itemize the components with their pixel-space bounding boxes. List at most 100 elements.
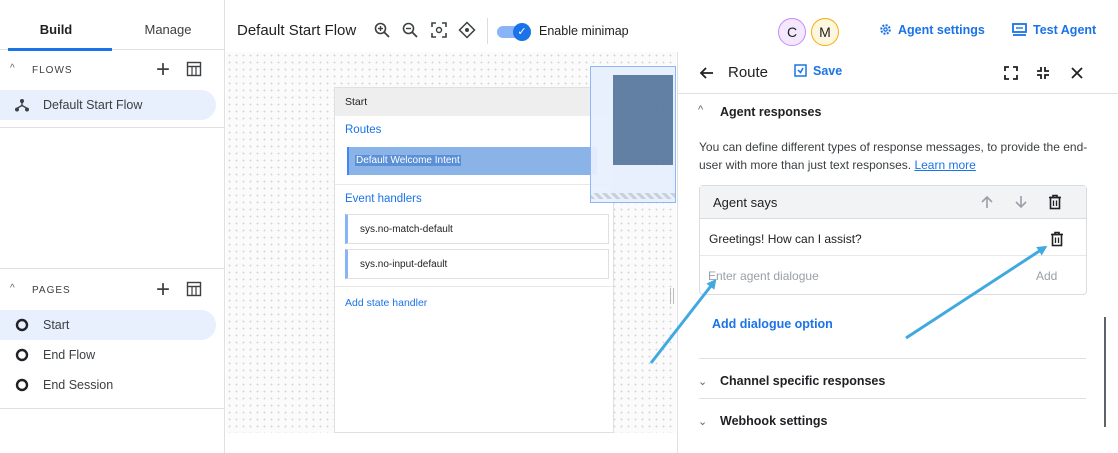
sidebar-tabbar: Build Manage (0, 10, 224, 51)
agent-settings-button[interactable]: Agent settings (879, 23, 985, 37)
description-text: You can define different types of respon… (699, 140, 1088, 172)
zoom-out-icon[interactable] (401, 21, 419, 39)
route-default-welcome-intent[interactable]: Default Welcome Intent (347, 147, 597, 175)
add-dialogue-option-button[interactable]: Add dialogue option (712, 317, 833, 331)
add-dialogue-button[interactable]: Add (1036, 269, 1057, 283)
channel-specific-responses-title[interactable]: Channel specific responses (720, 374, 885, 388)
agent-says-title: Agent says (713, 195, 778, 210)
panel-scrollbar[interactable] (1104, 317, 1106, 427)
delete-dialogue-trash-icon[interactable] (1050, 231, 1064, 247)
expand-fullscreen-icon[interactable] (1004, 66, 1018, 80)
add-flow-plus-icon[interactable]: + (156, 56, 170, 84)
node-divider (335, 184, 613, 185)
event-handlers-section-label[interactable]: Event handlers (345, 193, 422, 205)
minimap-scrollbar (591, 193, 675, 199)
collapse-agent-responses-chevron-icon[interactable]: ^ (698, 104, 703, 116)
routes-section-label[interactable]: Routes (345, 124, 381, 136)
minimap-toggle[interactable]: ✓ (497, 23, 531, 41)
minimap[interactable] (590, 66, 676, 203)
agent-says-card: Agent says Greetings! How can I assist? … (699, 185, 1087, 295)
avatar[interactable]: C (778, 18, 806, 46)
page-circle-icon (14, 347, 30, 363)
flows-table-view-icon[interactable] (186, 61, 202, 77)
sidebar-divider (0, 127, 224, 128)
collapse-pages-chevron-icon[interactable]: ^ (10, 283, 15, 294)
chat-icon (1012, 23, 1027, 36)
flow-icon (14, 97, 30, 113)
route-editor-panel: Route Save ^ Agent responses You can def… (677, 52, 1118, 453)
test-agent-label: Test Agent (1033, 23, 1097, 37)
zoom-in-icon[interactable] (373, 21, 391, 39)
delete-card-trash-icon[interactable] (1048, 194, 1062, 210)
dialogue-text: Greetings! How can I assist? (709, 232, 862, 246)
page-item-label: End Flow (43, 348, 96, 362)
agent-dialogue-input[interactable] (708, 265, 1028, 287)
test-agent-button[interactable]: Test Agent (1012, 23, 1096, 37)
event-handler-no-match[interactable]: sys.no-match-default (345, 214, 609, 244)
sidebar-divider (0, 268, 224, 269)
page-item-end-session[interactable]: End Session (0, 370, 216, 400)
learn-more-link[interactable]: Learn more (914, 158, 975, 172)
route-label: Default Welcome Intent (355, 155, 461, 166)
node-divider (335, 286, 613, 287)
section-divider (699, 398, 1086, 399)
save-button[interactable]: Save (794, 64, 842, 78)
node-title: Start (345, 96, 368, 108)
back-arrow-icon[interactable] (698, 64, 716, 82)
expand-channel-chevron-icon[interactable]: ⌄ (698, 375, 707, 388)
page-circle-icon (14, 317, 30, 333)
pages-section-header: ^ PAGES + (0, 276, 224, 306)
page-circle-icon (14, 377, 30, 393)
panel-title: Route (728, 64, 769, 81)
start-page-node[interactable]: Start Routes Default Welcome Intent Even… (334, 87, 614, 433)
webhook-settings-title[interactable]: Webhook settings (720, 414, 827, 428)
sidebar-divider (0, 408, 224, 409)
panel-resize-handle[interactable] (670, 288, 674, 304)
canvas-toolbar: Default Start Flow ✓ Enable minimap C M … (225, 10, 1118, 52)
recenter-icon[interactable] (458, 21, 476, 39)
flow-item-default-start-flow[interactable]: Default Start Flow (0, 90, 216, 120)
gear-icon (879, 23, 892, 36)
fit-to-screen-icon[interactable] (430, 21, 448, 39)
pages-header-label: PAGES (32, 285, 71, 296)
page-item-end-flow[interactable]: End Flow (0, 340, 216, 370)
page-item-start[interactable]: Start (0, 310, 216, 340)
collapse-panel-icon[interactable] (1036, 66, 1050, 80)
minimap-toggle-label: Enable minimap (539, 24, 629, 38)
move-up-arrow-icon[interactable] (980, 195, 994, 209)
flows-header-label: FLOWS (32, 65, 73, 76)
page-item-label: End Session (43, 378, 114, 392)
node-header: Start (335, 88, 613, 116)
handler-label: sys.no-match-default (360, 224, 453, 235)
flows-section-header: ^ FLOWS + (0, 56, 224, 86)
agent-responses-title[interactable]: Agent responses (720, 105, 821, 119)
save-icon (794, 64, 807, 77)
save-label: Save (813, 64, 843, 78)
tab-manage[interactable]: Manage (112, 10, 224, 50)
event-handler-no-input[interactable]: sys.no-input-default (345, 249, 609, 279)
flow-title: Default Start Flow (237, 22, 357, 39)
minimap-viewport[interactable] (613, 75, 673, 165)
tab-build[interactable]: Build (0, 10, 112, 50)
handler-label: sys.no-input-default (360, 259, 448, 270)
add-state-handler-link[interactable]: Add state handler (345, 297, 427, 309)
active-tab-indicator (8, 48, 112, 51)
close-icon[interactable] (1070, 66, 1084, 80)
agent-settings-label: Agent settings (898, 23, 985, 37)
pages-table-view-icon[interactable] (186, 281, 202, 297)
move-down-arrow-icon[interactable] (1014, 195, 1028, 209)
toolbar-separator (487, 18, 488, 44)
check-icon: ✓ (513, 23, 531, 41)
add-page-plus-icon[interactable]: + (156, 276, 170, 304)
new-dialogue-row: Add (700, 257, 1086, 293)
agent-says-header: Agent says (700, 186, 1086, 219)
section-divider (699, 358, 1086, 359)
panel-header-divider (678, 93, 1118, 94)
collapse-flows-chevron-icon[interactable]: ^ (10, 63, 15, 74)
page-item-label: Start (43, 318, 70, 332)
expand-webhook-chevron-icon[interactable]: ⌄ (698, 415, 707, 428)
avatar[interactable]: M (811, 18, 839, 46)
agent-responses-description: You can define different types of respon… (699, 138, 1094, 174)
flow-canvas[interactable]: Start Routes Default Welcome Intent Even… (226, 52, 676, 433)
dialogue-row[interactable]: Greetings! How can I assist? (700, 220, 1086, 256)
